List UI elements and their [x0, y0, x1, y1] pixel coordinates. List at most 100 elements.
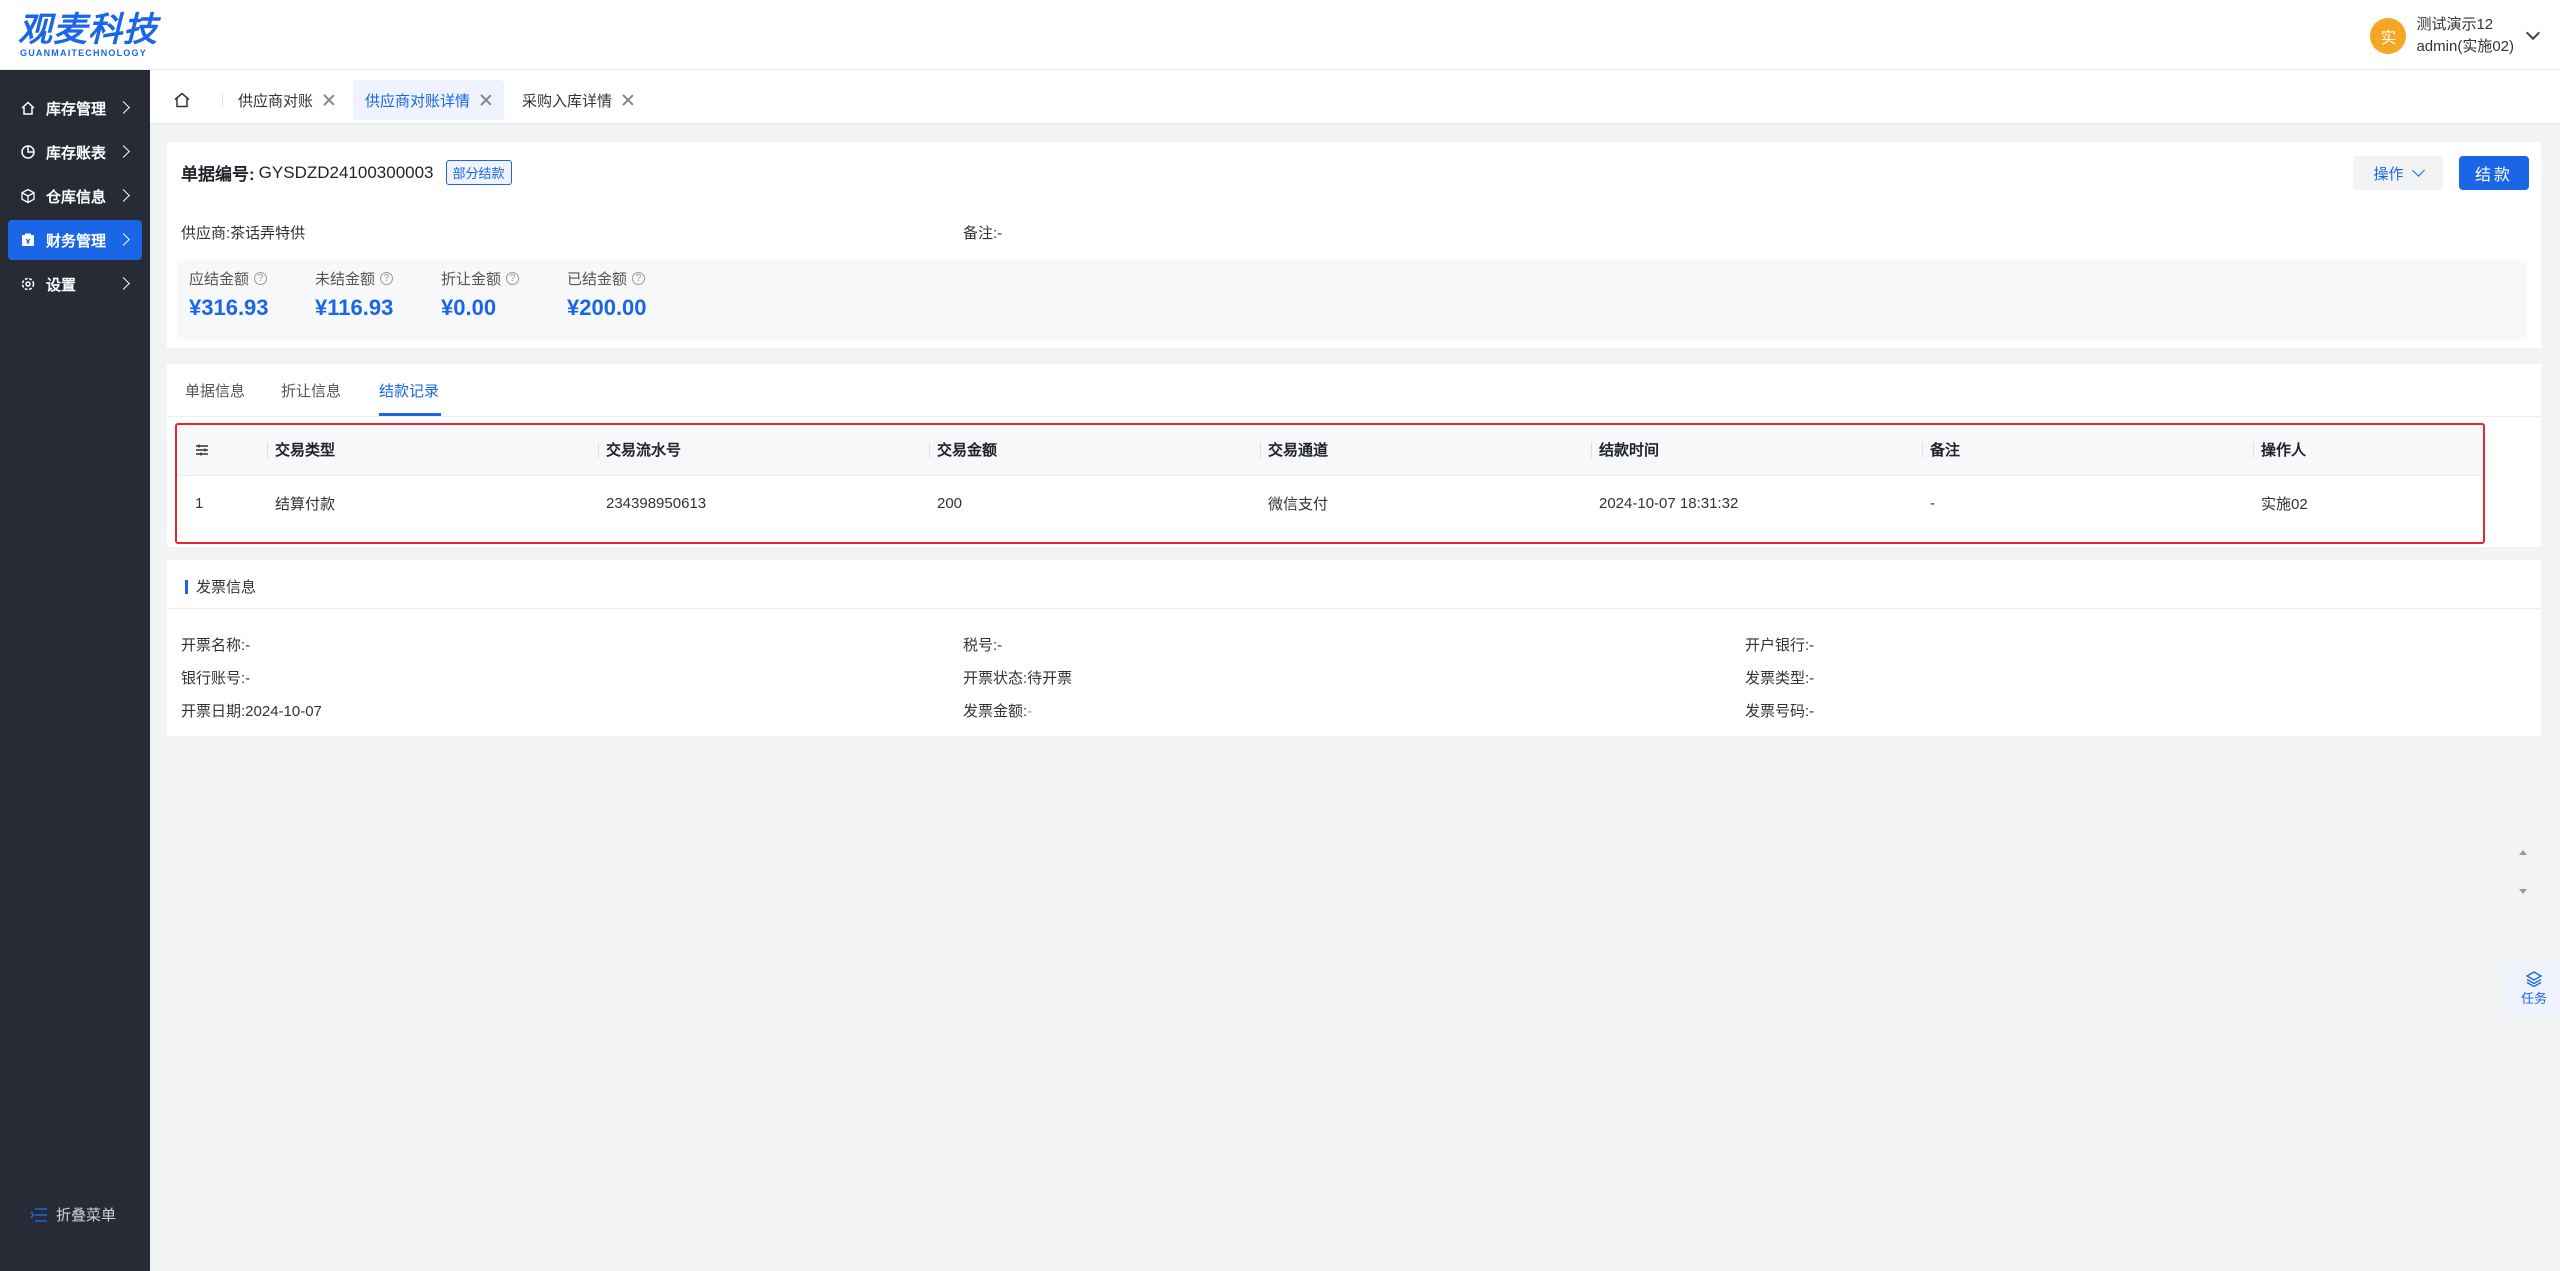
remark-field: 备注:-	[963, 222, 1002, 243]
invoice-field-date: 开票日期:2024-10-07	[181, 700, 322, 721]
invoice-field-account: 银行账号:-	[181, 667, 250, 688]
field-value: -	[997, 637, 1003, 654]
invoice-title-text: 发票信息	[196, 579, 257, 596]
scroll-down-icon[interactable]	[2519, 889, 2527, 894]
chevron-down-icon	[2411, 164, 2425, 177]
amount-payable: 应结金额? ¥316.93	[189, 268, 269, 321]
operate-dropdown-button[interactable]: 操作	[2353, 156, 2443, 190]
field-label: 开票名称:	[181, 637, 246, 654]
sidebar-item-warehouse[interactable]: 仓库信息	[8, 176, 142, 216]
task-label: 任务	[2520, 990, 2547, 1006]
doc-number-label: 单据编号:	[181, 165, 255, 184]
sidebar-item-finance[interactable]: 财务管理	[8, 220, 142, 260]
field-value: -	[1027, 703, 1033, 720]
sidebar-item-label: 设置	[46, 276, 77, 294]
close-icon[interactable]	[480, 94, 492, 106]
sidebar-item-settings[interactable]: 设置	[8, 264, 142, 304]
invoice-card: 发票信息 开票名称:- 税号:- 开户银行:- 银行账号:- 开票状态:待开票 …	[167, 560, 2541, 736]
user-info: 测试演示12 admin(实施02)	[2416, 14, 2514, 58]
amount-label: 已结金额	[567, 271, 628, 288]
tab-document-info[interactable]: 单据信息	[185, 380, 245, 401]
amount-label: 折让金额	[441, 271, 502, 288]
tab-strip: 供应商对账 供应商对账详情 采购入库详情	[150, 70, 2560, 124]
top-header: 观麦科技 GUANMAITECHNOLOGY 实 测试演示12 admin(实施…	[0, 0, 2560, 70]
supplier-label: 供应商:	[181, 225, 231, 242]
sidebar: 库存管理 库存账表 仓库信息 财务管理 设置 折叠菜单	[0, 70, 150, 1271]
tab-label: 供应商对账详情	[365, 92, 471, 110]
amount-discount: 折让金额? ¥0.00	[441, 268, 520, 321]
invoice-field-status: 开票状态:待开票	[963, 667, 1072, 688]
user-menu[interactable]: 实 测试演示12 admin(实施02)	[2370, 14, 2541, 58]
supplier-field: 供应商:茶话弄特供	[181, 222, 305, 243]
close-icon[interactable]	[323, 94, 335, 106]
table-scrollbar[interactable]	[2517, 846, 2529, 898]
tab-discount-info[interactable]: 折让信息	[281, 380, 341, 401]
amount-unsettled: 未结金额? ¥116.93	[315, 268, 393, 321]
chevron-down-icon[interactable]	[2525, 25, 2541, 41]
field-value: 待开票	[1027, 670, 1073, 687]
field-label: 开票状态:	[963, 670, 1028, 687]
user-name: 测试演示12	[2416, 16, 2494, 33]
brand-name-cn: 观麦科技	[18, 11, 158, 49]
amount-value: ¥0.00	[441, 295, 497, 320]
tab-supplier-reconciliation[interactable]: 供应商对账	[226, 80, 347, 120]
close-icon[interactable]	[622, 94, 634, 106]
scroll-up-icon[interactable]	[2519, 850, 2527, 855]
field-value: -	[1809, 637, 1815, 654]
field-value: -	[245, 670, 251, 687]
invoice-title: 发票信息	[185, 576, 256, 597]
invoice-field-bank: 开户银行:-	[1745, 634, 1814, 655]
chevron-right-icon	[117, 189, 130, 202]
field-label: 银行账号:	[181, 670, 246, 687]
invoice-field-name: 开票名称:-	[181, 634, 250, 655]
tab-divider	[167, 416, 2541, 417]
tab-purchase-inbound-detail[interactable]: 采购入库详情	[510, 80, 646, 120]
task-float-button[interactable]: 任务	[2508, 960, 2560, 1016]
home-icon	[21, 101, 35, 115]
chevron-right-icon	[117, 145, 130, 158]
tab-supplier-reconciliation-detail[interactable]: 供应商对账详情	[353, 80, 505, 120]
operate-label: 操作	[2373, 165, 2404, 183]
help-icon[interactable]: ?	[506, 272, 520, 285]
invoice-field-amount: 发票金额:-	[963, 700, 1032, 721]
title-bar	[185, 579, 188, 594]
help-icon[interactable]: ?	[632, 272, 646, 285]
amount-summary: 应结金额? ¥316.93 未结金额? ¥116.93 折让金额? ¥0.00 …	[177, 260, 2527, 340]
doc-number-value: GYSDZD24100300003	[258, 162, 434, 182]
settle-button[interactable]: 结款	[2459, 156, 2529, 190]
collapse-menu-label: 折叠菜单	[56, 1207, 117, 1224]
help-icon[interactable]: ?	[380, 272, 394, 285]
field-label: 发票号码:	[1745, 703, 1810, 720]
tab-settlement-records[interactable]: 结款记录	[379, 380, 439, 401]
amount-label: 应结金额	[189, 271, 250, 288]
sidebar-item-inventory[interactable]: 库存管理	[8, 88, 142, 128]
finance-icon	[22, 233, 34, 246]
chevron-right-icon	[117, 233, 130, 246]
avatar: 实	[2370, 18, 2407, 54]
help-icon[interactable]: ?	[254, 272, 268, 285]
amount-value: ¥116.93	[315, 295, 394, 320]
gear-icon	[21, 277, 35, 291]
field-value: -	[1809, 703, 1815, 720]
collapse-menu-icon	[30, 1207, 47, 1222]
collapse-menu-button[interactable]: 折叠菜单	[30, 1204, 116, 1225]
sidebar-item-label: 仓库信息	[46, 188, 107, 206]
user-account: admin(实施02)	[2416, 38, 2514, 55]
invoice-field-type: 发票类型:-	[1745, 667, 1814, 688]
amount-label: 未结金额	[315, 271, 376, 288]
home-icon[interactable]	[172, 90, 192, 110]
status-badge: 部分结款	[445, 160, 512, 185]
field-value: -	[1809, 670, 1815, 687]
tab-label: 采购入库详情	[522, 92, 613, 110]
sidebar-item-inventory-report[interactable]: 库存账表	[8, 132, 142, 172]
remark-value: -	[997, 225, 1003, 242]
field-value: 2024-10-07	[245, 703, 322, 720]
supplier-value: 茶话弄特供	[230, 225, 306, 242]
brand-logo[interactable]: 观麦科技 GUANMAITECHNOLOGY	[18, 12, 158, 58]
field-label: 发票金额:	[963, 703, 1028, 720]
remark-label: 备注:	[963, 225, 998, 242]
field-label: 开户银行:	[1745, 637, 1810, 654]
amount-value: ¥200.00	[567, 295, 647, 320]
doc-number: 单据编号: GYSDZD24100300003 部分结款	[181, 160, 512, 185]
tab-separator	[222, 92, 223, 108]
